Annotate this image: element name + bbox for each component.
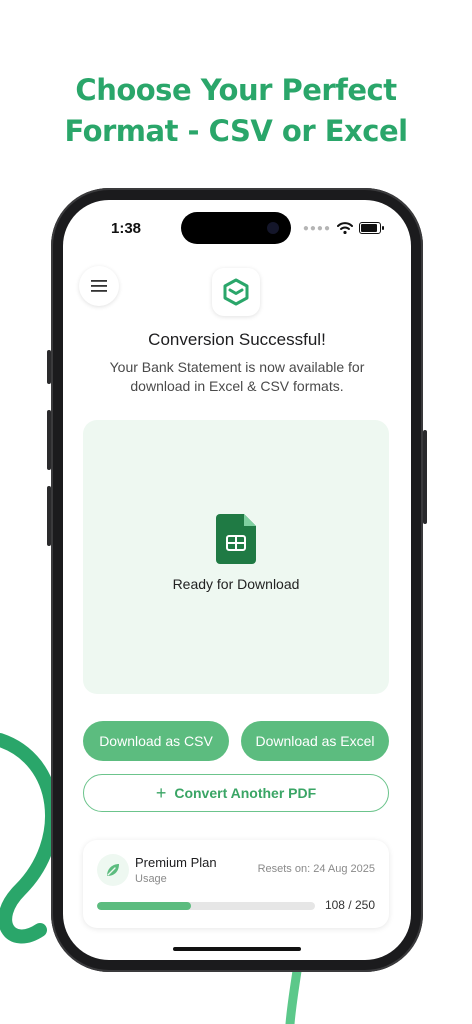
plan-name: Premium Plan [135,855,217,870]
ready-label: Ready for Download [172,576,300,592]
usage-progress-fill [97,902,192,910]
status-time: 1:38 [111,220,142,237]
marketing-headline: Choose Your Perfect Format - CSV or Exce… [0,70,472,152]
download-excel-button[interactable]: Download as Excel [241,721,389,761]
plan-usage-card: Premium Plan Usage Resets on: 24 Aug 202… [83,840,389,928]
battery-icon [359,222,384,234]
download-csv-button[interactable]: Download as CSV [83,721,229,761]
app-logo-icon [223,278,249,306]
spreadsheet-file-icon [216,514,256,564]
phone-screen: 1:38 ●●●● Conversion Successful! Your Ba… [63,200,411,960]
usage-count: 108 / 250 [324,898,375,912]
app-logo [212,268,260,316]
success-title: Conversion Successful! [148,330,326,349]
plan-reset-date: Resets on: 24 Aug 2025 [257,863,375,875]
headline-line-2: Format - CSV or Excel [64,114,408,148]
convert-another-button[interactable]: + Convert Another PDF [83,774,389,812]
dynamic-island [181,212,291,244]
success-subtitle: Your Bank Statement is now available for… [109,359,365,394]
menu-icon [91,280,107,292]
convert-another-label: Convert Another PDF [174,785,317,801]
headline-line-1: Choose Your Perfect [75,73,397,107]
usage-progress-track [97,902,315,910]
menu-button[interactable] [79,266,119,306]
camera-icon [267,222,279,234]
wifi-icon [337,222,353,234]
plan-usage-label: Usage [135,873,167,885]
signal-dots-icon: ●●●● [302,222,331,234]
leaf-icon [107,864,119,876]
home-indicator [173,947,301,951]
download-preview-card: Ready for Download [83,420,389,694]
status-icons: ●●●● [302,222,384,234]
plus-icon: + [155,783,167,803]
power-button [423,430,427,524]
plan-icon-badge [97,854,129,886]
